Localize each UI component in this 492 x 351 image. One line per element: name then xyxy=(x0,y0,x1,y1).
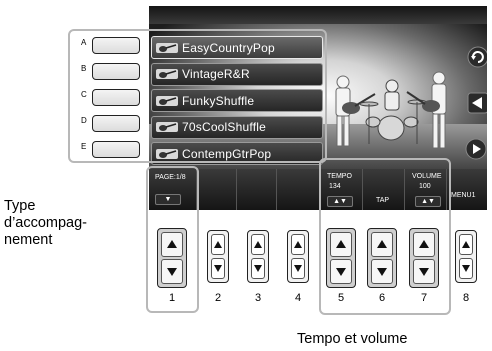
menu-cell xyxy=(447,169,487,210)
down-arrow-icon xyxy=(167,268,177,276)
down-arrow-icon xyxy=(254,265,262,272)
up-button[interactable] xyxy=(330,232,352,257)
down-button[interactable] xyxy=(413,259,435,284)
menu-label[interactable]: MENU1 xyxy=(451,192,476,199)
up-arrow-icon xyxy=(294,241,302,248)
empty-cell-4 xyxy=(277,169,321,210)
panel-button-6[interactable] xyxy=(367,228,397,288)
empty-cell-3 xyxy=(237,169,277,210)
up-arrow-icon xyxy=(336,240,346,248)
band-illustration xyxy=(335,71,447,149)
button-number-7: 7 xyxy=(420,292,428,304)
button-number-3: 3 xyxy=(254,292,262,304)
up-button[interactable] xyxy=(291,234,305,255)
up-button[interactable] xyxy=(211,234,225,255)
panel-button-5[interactable] xyxy=(326,228,356,288)
up-arrow-icon xyxy=(377,240,387,248)
empty-cell-2 xyxy=(197,169,237,210)
up-button[interactable] xyxy=(371,232,393,257)
up-arrow-icon xyxy=(254,241,262,248)
button-number-4: 4 xyxy=(294,292,302,304)
down-button[interactable] xyxy=(459,258,473,279)
panel-button-2[interactable] xyxy=(207,230,229,283)
down-arrow-icon xyxy=(419,268,429,276)
caption-line-2: d’accompag- xyxy=(4,215,88,231)
button-number-5: 5 xyxy=(337,292,345,304)
caption-line-3: nement xyxy=(4,232,53,248)
down-button[interactable] xyxy=(211,258,225,279)
down-arrow-icon xyxy=(377,268,387,276)
caption-line-1: Type xyxy=(4,198,36,214)
button-number-1: 1 xyxy=(168,292,176,304)
down-button[interactable] xyxy=(330,259,352,284)
stage-lights xyxy=(149,6,487,24)
up-arrow-icon xyxy=(214,241,222,248)
up-button[interactable] xyxy=(413,232,435,257)
tempo-volume-caption: Tempo et volume xyxy=(297,331,408,347)
down-arrow-icon xyxy=(214,265,222,272)
down-button[interactable] xyxy=(291,258,305,279)
down-arrow-icon xyxy=(294,265,302,272)
up-arrow-icon xyxy=(167,240,177,248)
panel-button-1[interactable] xyxy=(157,228,187,288)
style-list-highlight-frame xyxy=(68,29,327,163)
play-icon[interactable] xyxy=(465,138,487,160)
button-number-8: 8 xyxy=(462,292,470,304)
button-number-2: 2 xyxy=(214,292,222,304)
accompaniment-type-caption: Type d’accompag- nement xyxy=(4,198,87,249)
panel-button-3[interactable] xyxy=(247,230,269,283)
up-button[interactable] xyxy=(459,234,473,255)
panel-button-7[interactable] xyxy=(409,228,439,288)
up-arrow-icon xyxy=(462,241,470,248)
down-button[interactable] xyxy=(371,259,393,284)
panel-button-8[interactable] xyxy=(455,230,477,283)
up-button[interactable] xyxy=(251,234,265,255)
panel-button-4[interactable] xyxy=(287,230,309,283)
down-arrow-icon xyxy=(336,268,346,276)
up-arrow-icon xyxy=(419,240,429,248)
cycle-icon[interactable] xyxy=(467,46,487,68)
down-arrow-icon xyxy=(462,265,470,272)
arrow-left-icon[interactable] xyxy=(467,92,487,114)
down-button[interactable] xyxy=(251,258,265,279)
up-button[interactable] xyxy=(161,232,183,257)
button-number-6: 6 xyxy=(378,292,386,304)
down-button[interactable] xyxy=(161,259,183,284)
